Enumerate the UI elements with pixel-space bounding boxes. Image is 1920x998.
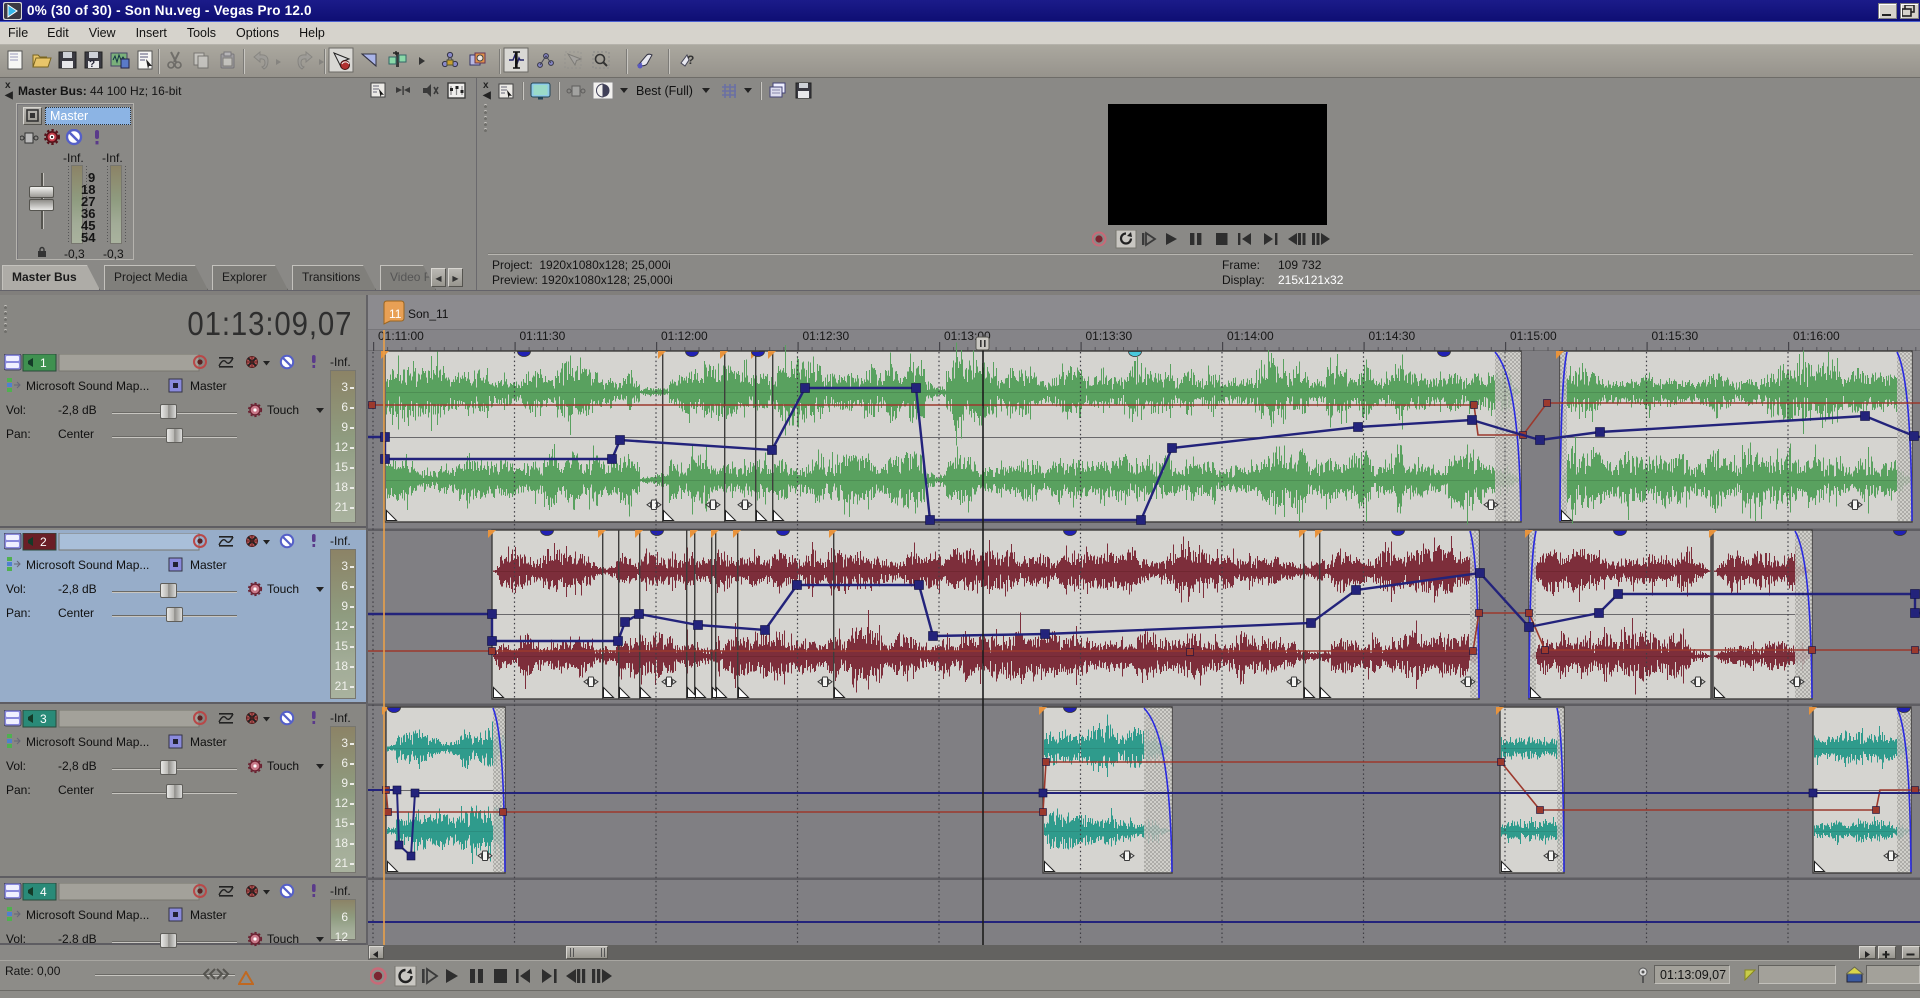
svg-text:01:12:00: 01:12:00 <box>661 329 708 343</box>
svg-text:01:11:00: 01:11:00 <box>378 329 424 343</box>
svg-text:01:16:00: 01:16:00 <box>1793 329 1840 343</box>
svg-text:-Inf.: -Inf. <box>330 534 351 548</box>
svg-text:01:14:00: 01:14:00 <box>1227 329 1274 343</box>
svg-text:Best (Full): Best (Full) <box>636 84 693 98</box>
svg-text:2: 2 <box>40 535 47 549</box>
svg-text:01:14:30: 01:14:30 <box>1369 329 1416 343</box>
svg-text:3: 3 <box>40 712 47 726</box>
svg-text:01:15:00: 01:15:00 <box>1510 329 1557 343</box>
svg-text:1: 1 <box>40 356 47 370</box>
svg-text:01:13:30: 01:13:30 <box>1086 329 1133 343</box>
svg-text:Son_11: Son_11 <box>408 307 449 321</box>
svg-text:?: ? <box>687 53 694 67</box>
svg-text:-Inf.: -Inf. <box>330 884 351 898</box>
svg-text:?: ? <box>89 59 95 70</box>
svg-text:4: 4 <box>40 885 47 899</box>
svg-text:11: 11 <box>389 307 402 321</box>
svg-text:-Inf.: -Inf. <box>330 355 351 369</box>
svg-text:-Inf.: -Inf. <box>330 711 351 725</box>
svg-text:01:11:30: 01:11:30 <box>520 329 566 343</box>
svg-text:01:12:30: 01:12:30 <box>803 329 850 343</box>
svg-text:01:15:30: 01:15:30 <box>1652 329 1699 343</box>
